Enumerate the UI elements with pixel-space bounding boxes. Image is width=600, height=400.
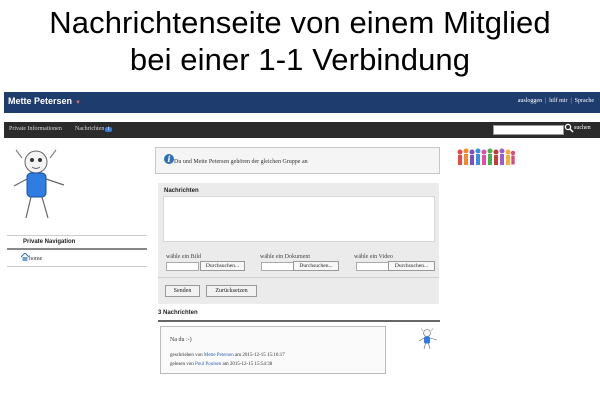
- read-time: 2015-12-15 15:54:38: [229, 362, 273, 367]
- separator: |: [545, 98, 547, 104]
- nav-bar: Private Informationen Nachrichten 1 suche…: [4, 122, 600, 138]
- side-nav-home-label[interactable]: home: [29, 256, 42, 262]
- upload-video-label: wähle ein Video: [354, 254, 393, 260]
- brand[interactable]: Mette Petersen ▼: [8, 96, 81, 106]
- group-people-icon: [457, 148, 516, 165]
- reader-link[interactable]: Poul Poulsen: [195, 362, 221, 367]
- chevron-down-icon[interactable]: ▼: [75, 100, 81, 106]
- divider: [158, 277, 439, 278]
- message-card: Na du :-) geschrieben von Mette Petersen…: [160, 326, 386, 374]
- language-link[interactable]: Sprache: [575, 98, 594, 104]
- info-text: Du und Mette Petersen gehören der gleich…: [174, 159, 308, 165]
- avatar: [13, 149, 65, 219]
- compose-title: Nachrichten: [164, 188, 199, 194]
- thread-title: 3 Nachrichten: [158, 310, 198, 316]
- home-icon[interactable]: [21, 253, 29, 261]
- slide-title-line-1: Nachrichtenseite von einem Mitglied: [49, 5, 551, 40]
- upload-document-label: wähle ein Dokument: [260, 254, 310, 260]
- upload-document-input[interactable]: [261, 262, 294, 271]
- read-prefix: gelesen von: [170, 362, 194, 367]
- search-button[interactable]: suchen: [574, 125, 591, 131]
- compose-panel: Nachrichten wähle ein Bild Durchsuchen..…: [158, 183, 439, 304]
- sent-prefix: geschrieben von: [170, 353, 203, 358]
- search-icon[interactable]: [564, 123, 574, 133]
- slide-title: Nachrichtenseite von einem Mitglied bei …: [0, 4, 600, 78]
- message-text: Na du :-): [170, 337, 192, 343]
- upload-document-browse-button[interactable]: Durchsuchen...: [293, 261, 339, 271]
- reset-button[interactable]: Zurücksetzen: [206, 285, 257, 297]
- logout-link[interactable]: ausloggen: [518, 98, 542, 104]
- sender-link[interactable]: Mette Petersen: [204, 353, 234, 358]
- sent-time: 2015-12-15 15:16:17: [242, 353, 285, 358]
- nav-item-messages-label[interactable]: Nachrichten: [75, 126, 104, 132]
- nav-item-messages[interactable]: Nachrichten 1: [75, 126, 112, 132]
- info-icon: i: [164, 154, 174, 164]
- app-screenshot: Mette Petersen ▼ ausloggen | hilf mir | Sprac…: [4, 92, 600, 398]
- top-links: ausloggen | hilf mir | Sprache: [518, 98, 594, 104]
- nav-item-private-information[interactable]: Private Informationen: [9, 126, 62, 132]
- help-link[interactable]: hilf mir: [549, 98, 567, 104]
- upload-image-browse-button[interactable]: Durchsuchen...: [200, 261, 245, 271]
- message-sent-meta: geschrieben von Mette Petersen am 2015-1…: [170, 353, 285, 358]
- side-nav-title: Private Navigation: [7, 235, 147, 250]
- send-button[interactable]: Senden: [165, 285, 200, 297]
- divider: [158, 320, 440, 322]
- message-count-badge: 1: [105, 127, 112, 132]
- message-textarea[interactable]: [163, 196, 435, 242]
- separator: |: [570, 98, 572, 104]
- upload-image-input[interactable]: [166, 262, 199, 271]
- slide-title-line-2: bei einer 1-1 Verbindung: [129, 42, 471, 77]
- upload-video-browse-button[interactable]: Durchsuchen...: [388, 261, 435, 271]
- brand-name[interactable]: Mette Petersen: [8, 96, 72, 106]
- message-avatar: [418, 328, 438, 350]
- side-nav: Private Navigation home: [7, 235, 147, 267]
- upload-video-input[interactable]: [356, 262, 389, 271]
- read-mid: am: [222, 362, 229, 367]
- search-input[interactable]: [493, 125, 564, 135]
- top-bar: Mette Petersen ▼ ausloggen | hilf mir | Sprac…: [4, 92, 600, 113]
- message-read-meta: gelesen von Poul Poulsen am 2015-12-15 1…: [170, 362, 272, 367]
- sent-mid: am: [235, 353, 242, 358]
- upload-image-label: wähle ein Bild: [166, 254, 201, 260]
- side-nav-item-home[interactable]: home: [7, 250, 147, 267]
- info-box: i Du und Mette Petersen gehören der glei…: [155, 147, 440, 174]
